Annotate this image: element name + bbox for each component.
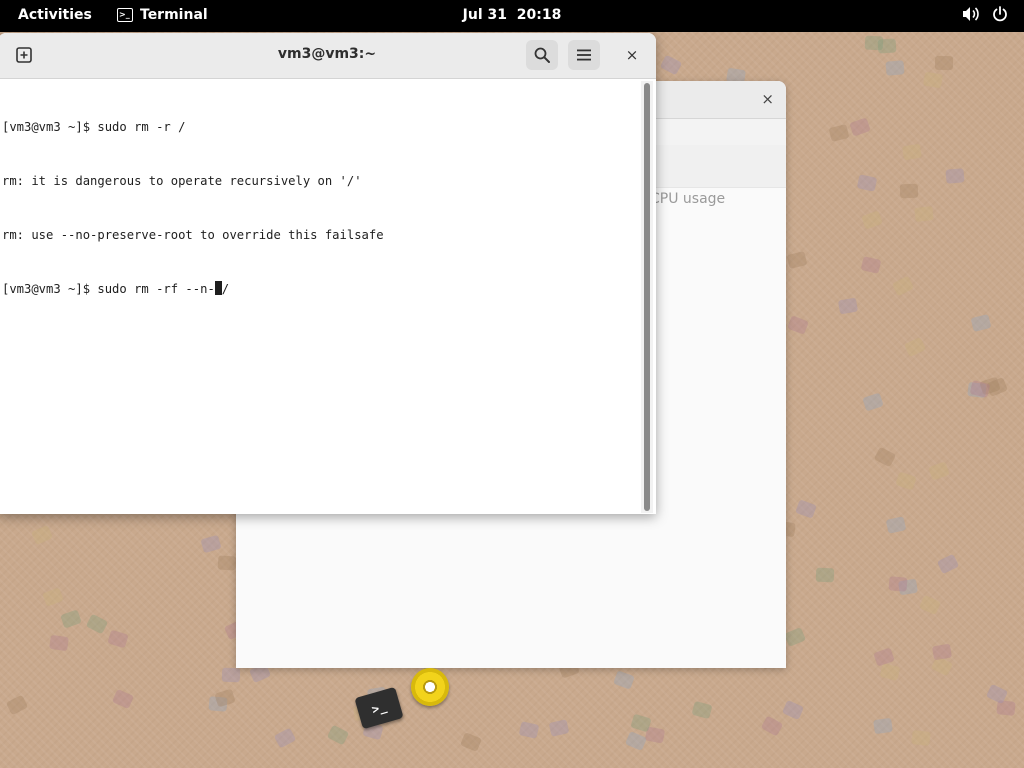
wallpaper-glyph [873, 717, 893, 735]
wallpaper-glyph [936, 553, 960, 575]
wallpaper-glyph [42, 587, 64, 607]
clock-button[interactable]: Jul 31 20:18 [463, 7, 562, 23]
wallpaper-glyph [326, 724, 350, 746]
activities-button[interactable]: Activities [18, 7, 92, 23]
wallpaper-glyph [691, 700, 713, 720]
volume-icon[interactable] [962, 6, 980, 22]
scrollbar-thumb[interactable] [644, 83, 650, 511]
wallpaper-glyph [928, 461, 950, 481]
wallpaper-glyph [873, 446, 897, 468]
wallpaper-glyph [85, 613, 109, 635]
hamburger-icon [577, 49, 591, 61]
wallpaper-glyph [888, 576, 908, 592]
close-icon: × [625, 46, 639, 64]
terminal-window[interactable]: vm3@vm3:~ × [vm3@vm3 ~]$ sudo rm -r / rm… [0, 33, 656, 514]
search-icon [534, 47, 550, 63]
wallpaper-glyph [891, 275, 915, 297]
wallpaper-glyph [922, 71, 944, 89]
terminal-icon: >_ [117, 8, 133, 22]
wallpaper-glyph [899, 183, 919, 199]
wallpaper-glyph [795, 499, 817, 519]
wallpaper-glyph [901, 143, 923, 161]
wallpaper-glyph [862, 392, 884, 412]
wallpaper-glyph [945, 168, 965, 184]
wallpaper-glyph [931, 643, 953, 661]
wallpaper-glyph [111, 688, 135, 710]
system-monitor-close-button[interactable]: × [761, 90, 774, 108]
wallpaper-glyph [217, 555, 237, 571]
wallpaper-glyph [214, 688, 236, 708]
terminal-output-area[interactable]: [vm3@vm3 ~]$ sudo rm -r / rm: it is dang… [0, 79, 640, 514]
wallpaper-glyph [760, 715, 784, 737]
hamburger-menu-button[interactable] [568, 40, 600, 70]
top-bar: Activities >_ Terminal Jul 31 20:18 [0, 0, 1024, 32]
wallpaper-glyph [918, 594, 942, 616]
wallpaper-glyph [903, 336, 927, 358]
terminal-app-icon-glyph: >_ [370, 699, 388, 717]
wallpaper-glyph [107, 629, 129, 649]
terminal-line: [vm3@vm3 ~]$ sudo rm -r / [2, 120, 186, 134]
wallpaper-glyph [873, 647, 895, 667]
power-icon[interactable] [992, 6, 1008, 22]
wallpaper-glyph [885, 60, 905, 76]
wallpaper-glyph [659, 54, 683, 76]
wallpaper-glyph [815, 567, 835, 583]
wallpaper-glyph [970, 314, 992, 332]
terminal-line: rm: use --no-preserve-root to override t… [2, 228, 384, 242]
terminal-scrollbar[interactable] [641, 81, 653, 513]
terminal-text: [vm3@vm3 ~]$ sudo rm -r / rm: it is dang… [2, 82, 384, 334]
wallpaper-glyph [518, 721, 540, 739]
app-menu[interactable]: >_ Terminal [117, 7, 208, 23]
wallpaper-glyph [885, 516, 907, 534]
wallpaper-glyph [624, 731, 648, 751]
wallpaper-glyph [49, 634, 69, 652]
terminal-header-bar[interactable]: vm3@vm3:~ × [0, 33, 656, 79]
wallpaper-glyph [460, 732, 482, 752]
wallpaper-glyph [783, 627, 807, 647]
wallpaper-glyph [273, 727, 297, 749]
disc-icon[interactable] [411, 668, 449, 706]
wallpaper-glyph [60, 609, 82, 629]
wallpaper-glyph [911, 729, 931, 747]
wallpaper-glyph [787, 315, 809, 335]
terminal-close-button[interactable]: × [616, 40, 648, 70]
wallpaper-glyph [856, 174, 878, 192]
wallpaper-glyph [914, 205, 934, 223]
wallpaper-glyph [786, 251, 808, 269]
wallpaper-glyph [200, 534, 222, 554]
wallpaper-glyph [934, 55, 954, 71]
current-command-text: [vm3@vm3 ~]$ sudo rm -rf --n- [2, 282, 215, 296]
wallpaper-glyph [861, 210, 883, 230]
terminal-current-line: [vm3@vm3 ~]$ sudo rm -rf --n- / [2, 280, 384, 298]
clock-time: 20:18 [516, 7, 562, 23]
app-menu-label: Terminal [140, 7, 208, 23]
text-cursor [214, 281, 222, 295]
cpu-usage-label: CPU usage [650, 191, 726, 207]
system-tray[interactable] [962, 6, 1008, 22]
wallpaper-glyph [849, 117, 871, 137]
wallpaper-glyph [548, 719, 570, 737]
terminal-line: rm: it is dangerous to operate recursive… [2, 174, 362, 188]
wallpaper-glyph [221, 667, 241, 683]
wallpaper-glyph [837, 297, 859, 315]
wallpaper-glyph [30, 524, 54, 546]
wallpaper-glyph [879, 663, 901, 681]
wallpaper-glyph [781, 699, 805, 721]
current-command-trailing: / [221, 282, 230, 296]
wallpaper-glyph [5, 694, 29, 716]
wallpaper-glyph [860, 256, 882, 274]
clock-date: Jul 31 [462, 7, 507, 23]
wallpaper-glyph [895, 471, 917, 491]
wallpaper-glyph [613, 670, 635, 690]
search-button[interactable] [526, 40, 558, 70]
wallpaper-glyph [877, 38, 897, 54]
wallpaper-glyph [828, 124, 850, 142]
